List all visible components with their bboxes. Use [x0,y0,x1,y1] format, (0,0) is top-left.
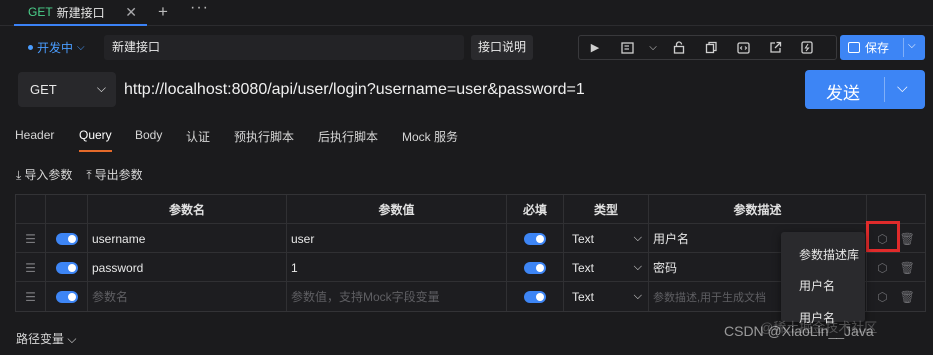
table-header-row: 参数名 参数值 必填 类型 参数描述 [16,195,925,224]
more-icon[interactable]: ··· [190,0,209,17]
chevron-down-icon: ⌵ [77,42,85,53]
header-drag [16,195,46,224]
chevron-down-icon: ⌵ [96,81,106,95]
doc-icon[interactable] [611,36,643,59]
save-label: 保存 [865,41,890,55]
run-icon[interactable]: ▶ [579,36,611,59]
popup-title: 参数描述库 [799,248,860,262]
tab-name: 新建接口 [56,5,105,20]
export-label: 导出参数 [94,168,143,182]
param-name-placeholder[interactable]: 参数名 [88,282,287,311]
param-value[interactable]: user [287,224,507,253]
trash-icon[interactable]: 🗑 [900,261,915,275]
header-actions [867,195,925,224]
download-icon: ⤓ [16,168,22,182]
chevron-down-icon: ⌵ [64,332,77,346]
trash-icon[interactable]: 🗑 [900,290,915,304]
param-name[interactable]: username [88,224,287,253]
import-params-button[interactable]: ⤓ 导入参数 [16,166,72,183]
lock-icon[interactable] [663,36,695,59]
path-vars-label: 路径变量 [16,332,65,346]
environment-label: 开发中 [37,41,74,55]
header-enable [46,195,88,224]
request-tabs: Header Query Body 认证 预执行脚本 后执行脚本 Mock 服务 [0,128,933,154]
chevron-down-icon[interactable]: ⌵ [908,40,916,51]
type-value: Text [572,260,595,275]
header-required: 必填 [507,195,564,224]
status-dot [28,45,33,50]
trash-icon[interactable]: 🗑 [900,232,915,246]
enable-toggle[interactable] [46,224,88,253]
divider [903,38,904,57]
method-value: GET [30,82,57,97]
type-select[interactable]: Text ⌵ [564,253,649,282]
tab-query[interactable]: Query [79,128,112,152]
drag-handle-icon[interactable]: ☰ [16,224,46,253]
header-value: 参数值 [287,195,507,224]
chevron-down-icon: ⌵ [633,261,642,273]
api-doc-button[interactable]: 接口说明 [471,35,533,60]
type-value: Text [572,231,595,246]
tool-group: ▶ ⌵ [578,35,837,60]
chevron-down-icon[interactable]: ⌵ [897,79,908,96]
popup-item[interactable]: 用户名 [799,277,835,294]
cube-icon[interactable]: ⬡ [877,261,887,275]
url-input[interactable]: http://localhost:8080/api/user/login?use… [124,72,800,107]
desc-library-popup: 参数描述库 用户名 用户名 [781,232,865,325]
required-toggle[interactable] [507,282,564,311]
drag-handle-icon[interactable]: ☰ [16,282,46,311]
cube-icon[interactable]: ⬡ [877,290,887,304]
header-type: 类型 [564,195,649,224]
tab-mock[interactable]: Mock 服务 [402,128,458,152]
send-button[interactable]: 发送 ⌵ [805,70,925,109]
path-vars-toggle[interactable]: 路径变量 ⌵ [16,330,76,347]
copy-icon[interactable] [695,36,727,59]
type-select[interactable]: Text ⌵ [564,282,649,311]
row-actions: ⬡ 🗑 [867,253,925,282]
tab-body[interactable]: Body [135,128,162,152]
chevron-down-icon[interactable]: ⌵ [643,36,663,59]
required-toggle[interactable] [507,224,564,253]
upload-icon: ⤒ [86,168,92,182]
close-icon[interactable]: ✕ [125,4,137,21]
param-actions: ⤓ 导入参数 ⤒ 导出参数 [16,166,143,183]
tab-auth[interactable]: 认证 [186,128,210,152]
highlight-box [866,221,900,252]
api-name-input[interactable]: 新建接口 [104,35,464,60]
share-icon[interactable] [759,36,791,59]
environment-selector[interactable]: 开发中 ⌵ [28,39,85,56]
enable-toggle[interactable] [46,253,88,282]
chevron-down-icon: ⌵ [633,290,642,302]
required-toggle[interactable] [507,253,564,282]
drag-handle-icon[interactable]: ☰ [16,253,46,282]
param-name[interactable]: password [88,253,287,282]
watermark-csdn: CSDN @XiaoLin__Java [724,323,874,339]
type-select[interactable]: Text ⌵ [564,224,649,253]
send-label: 发送 [826,84,860,103]
add-tab-icon[interactable]: + [158,2,168,22]
divider [884,77,885,102]
tab-method: GET [28,5,53,19]
tab-header[interactable]: Header [15,128,54,152]
row-actions: ⬡ 🗑 [867,282,925,311]
flash-icon[interactable] [791,36,823,59]
tab-new-api[interactable]: GET 新建接口 ✕ [14,0,147,26]
header-name: 参数名 [88,195,287,224]
header-desc: 参数描述 [649,195,867,224]
save-button[interactable]: 保存 ⌵ [840,35,925,60]
type-value: Text [572,289,595,304]
enable-toggle[interactable] [46,282,88,311]
param-value-placeholder[interactable]: 参数值，支持Mock字段变量 [287,282,507,311]
save-icon [848,42,860,53]
tab-post-script[interactable]: 后执行脚本 [318,128,378,152]
export-params-button[interactable]: ⤒ 导出参数 [86,166,142,183]
tab-pre-script[interactable]: 预执行脚本 [234,128,294,152]
code-icon[interactable] [727,36,759,59]
chevron-down-icon: ⌵ [633,232,642,244]
method-select[interactable]: GET ⌵ [18,72,116,107]
tab-bar: GET 新建接口 ✕ + ··· [0,0,933,26]
param-value[interactable]: 1 [287,253,507,282]
import-label: 导入参数 [24,168,73,182]
